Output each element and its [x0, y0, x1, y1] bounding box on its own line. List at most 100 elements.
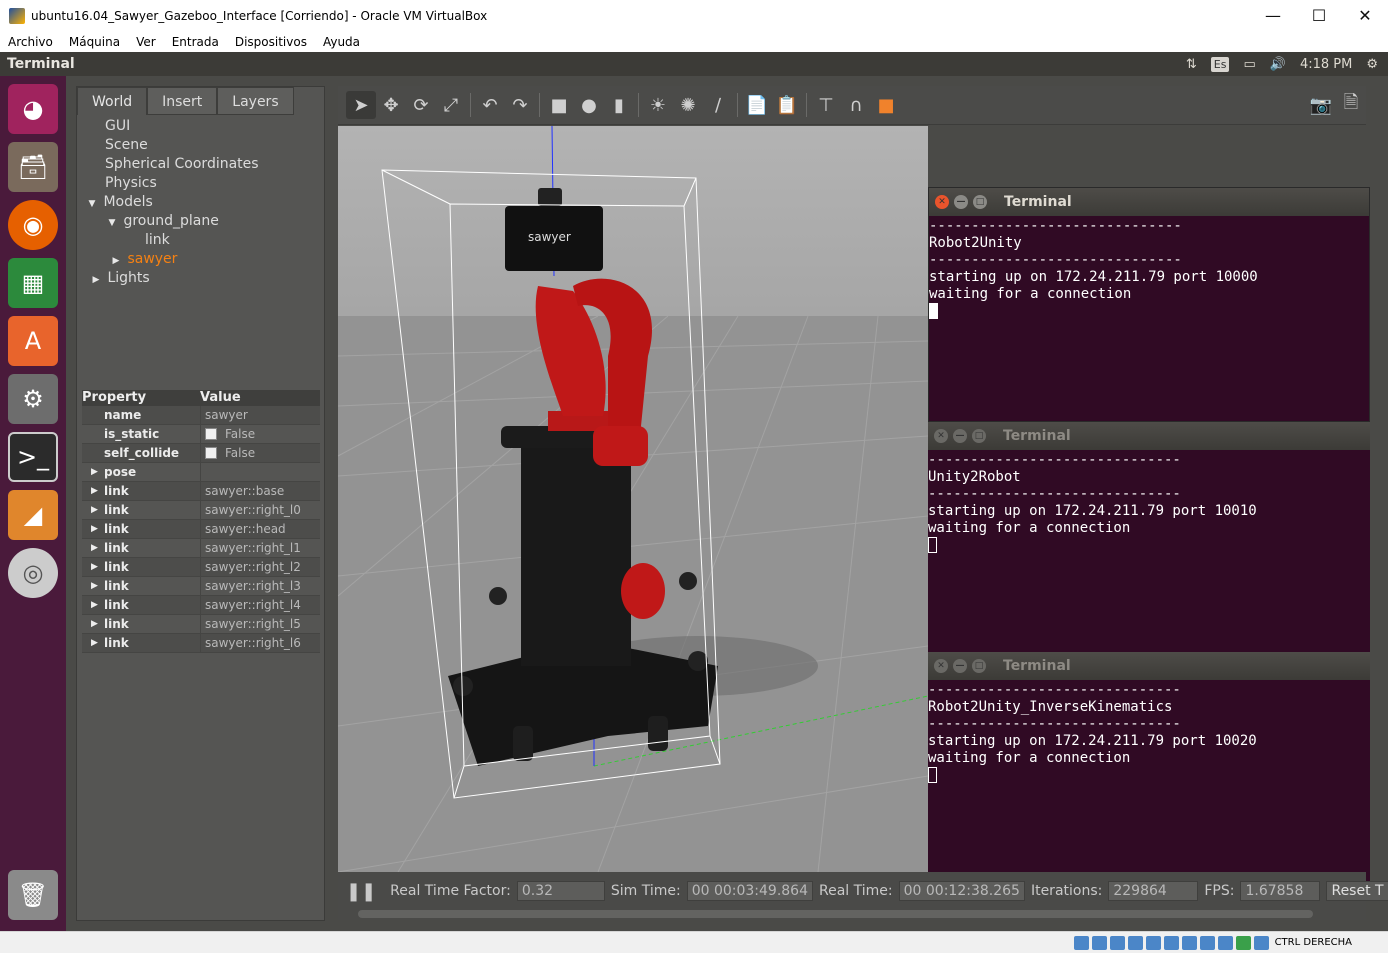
- close-icon[interactable]: ✕: [934, 659, 948, 673]
- menu-archivo[interactable]: Archivo: [0, 35, 61, 49]
- close-icon[interactable]: ✕: [934, 429, 948, 443]
- tree-item-link[interactable]: link: [77, 231, 324, 250]
- shared-folders-icon[interactable]: [1163, 935, 1179, 950]
- display-icon[interactable]: [1181, 935, 1197, 950]
- redo-icon[interactable]: ↷: [505, 91, 535, 119]
- expand-right-icon[interactable]: ▶: [91, 596, 98, 615]
- rotate-mode-icon[interactable]: ⟳: [406, 91, 436, 119]
- expand-right-icon[interactable]: ▶: [89, 271, 103, 290]
- minimize-icon[interactable]: —: [953, 659, 967, 673]
- expand-right-icon[interactable]: ▶: [91, 615, 98, 634]
- expand-down-icon[interactable]: ▼: [85, 195, 99, 214]
- table-row[interactable]: ▶ link sawyer::right_l5: [82, 615, 320, 634]
- tree-item-lights[interactable]: ▶ Lights: [77, 269, 324, 288]
- expand-right-icon[interactable]: ▶: [91, 501, 98, 520]
- scale-mode-icon[interactable]: ⤢: [436, 91, 466, 119]
- box-shape-icon[interactable]: ■: [544, 91, 574, 119]
- menu-dispositivos[interactable]: Dispositivos: [227, 35, 315, 49]
- expand-right-icon[interactable]: ▶: [91, 520, 98, 539]
- undo-icon[interactable]: ↶: [475, 91, 505, 119]
- trash-icon[interactable]: 🗑: [8, 870, 58, 920]
- clock[interactable]: 4:18 PM: [1300, 57, 1352, 72]
- network-icon[interactable]: ⇅: [1186, 57, 1197, 72]
- log-icon[interactable]: 🗎: [1336, 91, 1366, 119]
- volume-icon[interactable]: 🔊: [1270, 57, 1286, 72]
- menu-ver[interactable]: Ver: [128, 35, 164, 49]
- directional-light-icon[interactable]: ∕: [703, 91, 733, 119]
- screenshot-icon[interactable]: 📷: [1306, 91, 1336, 119]
- tree-item-ground-plane[interactable]: ▼ ground_plane: [77, 212, 324, 231]
- tree-item-scene[interactable]: Scene: [77, 136, 324, 155]
- close-icon[interactable]: ✕: [1342, 0, 1388, 31]
- table-row[interactable]: ▶ link sawyer::right_l3: [82, 577, 320, 596]
- is-static-checkbox[interactable]: [205, 428, 217, 440]
- tree-item-models[interactable]: ▼ Models: [77, 193, 324, 212]
- system-settings-icon[interactable]: ⚙: [8, 374, 58, 424]
- mouse-integration-icon[interactable]: [1235, 935, 1251, 950]
- expand-right-icon[interactable]: ▶: [91, 539, 98, 558]
- expand-down-icon[interactable]: ▼: [105, 214, 119, 233]
- video-capture-icon[interactable]: [1199, 935, 1215, 950]
- ubuntu-dash-icon[interactable]: ◕: [8, 84, 58, 134]
- align-icon[interactable]: ⊤: [811, 91, 841, 119]
- table-row[interactable]: ▶ pose: [82, 463, 320, 482]
- tree-item-spherical[interactable]: Spherical Coordinates: [77, 155, 324, 174]
- point-light-icon[interactable]: ☀: [643, 91, 673, 119]
- menu-ayuda[interactable]: Ayuda: [315, 35, 368, 49]
- pause-icon[interactable]: ❚❚: [346, 881, 376, 902]
- prop-value[interactable]: sawyer: [200, 406, 320, 424]
- keyboard-layout-indicator[interactable]: Es: [1210, 56, 1230, 72]
- usb-icon[interactable]: [1145, 935, 1161, 950]
- menu-entrada[interactable]: Entrada: [164, 35, 227, 49]
- menu-maquina[interactable]: Máquina: [61, 35, 128, 49]
- expand-right-icon[interactable]: ▶: [91, 558, 98, 577]
- gazebo-3d-viewport[interactable]: sawyer: [338, 126, 928, 872]
- software-center-icon[interactable]: A: [8, 316, 58, 366]
- dvd-icon[interactable]: ◎: [8, 548, 58, 598]
- spot-light-icon[interactable]: ✺: [673, 91, 703, 119]
- firefox-icon[interactable]: ◉: [8, 200, 58, 250]
- gazebo-icon[interactable]: ◢: [8, 490, 58, 540]
- expand-right-icon[interactable]: ▶: [91, 463, 98, 482]
- terminal-window-1[interactable]: ✕ — □ Terminal -------------------------…: [928, 187, 1370, 422]
- cylinder-shape-icon[interactable]: ▮: [604, 91, 634, 119]
- minimize-icon[interactable]: —: [954, 195, 968, 209]
- terminal-icon[interactable]: >_: [8, 432, 58, 482]
- horizontal-scrollbar[interactable]: [358, 910, 1313, 918]
- tab-world[interactable]: World: [77, 87, 148, 115]
- maximize-icon[interactable]: □: [972, 659, 986, 673]
- table-row[interactable]: ▶ link sawyer::right_l2: [82, 558, 320, 577]
- battery-icon[interactable]: ▭: [1243, 57, 1255, 72]
- sphere-shape-icon[interactable]: ●: [574, 91, 604, 119]
- network-adapter-icon[interactable]: [1127, 935, 1143, 950]
- terminal-window-2[interactable]: ✕ — □ Terminal -------------------------…: [928, 422, 1370, 655]
- table-row[interactable]: ▶ link sawyer::head: [82, 520, 320, 539]
- expand-right-icon[interactable]: ▶: [91, 634, 98, 653]
- files-icon[interactable]: 🗃: [8, 142, 58, 192]
- maximize-icon[interactable]: □: [972, 429, 986, 443]
- tab-layers[interactable]: Layers: [217, 87, 294, 115]
- table-row[interactable]: ▶ link sawyer::base: [82, 482, 320, 501]
- paste-icon[interactable]: 📋: [772, 91, 802, 119]
- tree-item-gui[interactable]: GUI: [77, 117, 324, 136]
- translate-mode-icon[interactable]: ✥: [376, 91, 406, 119]
- expand-right-icon[interactable]: ▶: [91, 577, 98, 596]
- tree-item-physics[interactable]: Physics: [77, 174, 324, 193]
- keyboard-icon[interactable]: [1253, 935, 1269, 950]
- table-row[interactable]: ▶ link sawyer::right_l6: [82, 634, 320, 653]
- optical-drive-icon[interactable]: [1091, 935, 1107, 950]
- view-angle-icon[interactable]: ■: [871, 91, 901, 119]
- tab-insert[interactable]: Insert: [147, 87, 218, 115]
- table-row[interactable]: ▶ link sawyer::right_l4: [82, 596, 320, 615]
- table-row[interactable]: ▶ link sawyer::right_l0: [82, 501, 320, 520]
- close-icon[interactable]: ✕: [935, 195, 949, 209]
- terminal-window-3[interactable]: ✕ — □ Terminal -------------------------…: [928, 652, 1370, 886]
- maximize-icon[interactable]: □: [973, 195, 987, 209]
- audio-icon[interactable]: [1109, 935, 1125, 950]
- virtualization-icon[interactable]: [1217, 935, 1233, 950]
- reset-time-button[interactable]: Reset T: [1326, 881, 1388, 901]
- hdd-icon[interactable]: [1073, 935, 1089, 950]
- tree-item-sawyer[interactable]: ▶ sawyer: [77, 250, 324, 269]
- select-mode-icon[interactable]: ➤: [346, 91, 376, 119]
- self-collide-checkbox[interactable]: [205, 447, 217, 459]
